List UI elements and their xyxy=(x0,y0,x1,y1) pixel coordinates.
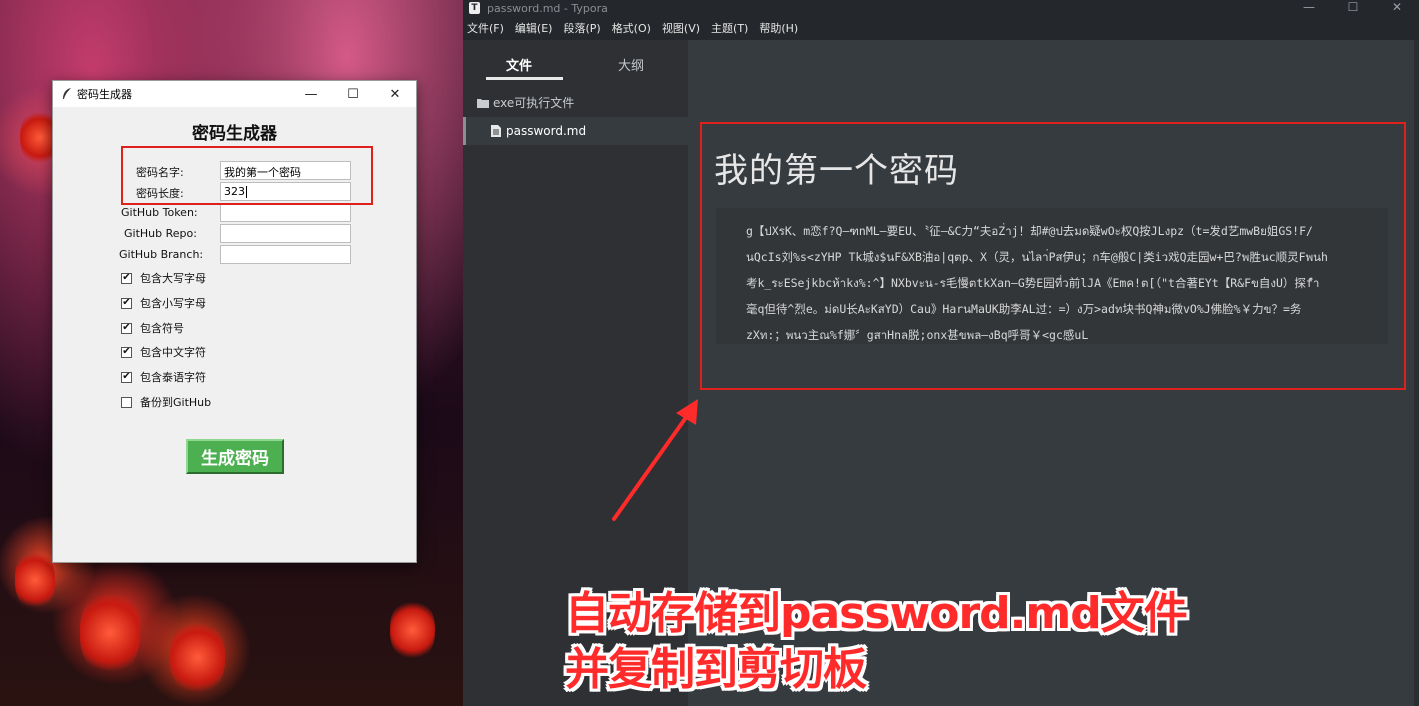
checkbox-mark[interactable]: ✔ xyxy=(121,272,132,284)
menu-edit[interactable]: 编辑(E) xyxy=(515,20,553,36)
password-length-value: 323 xyxy=(224,185,245,198)
checkbox-label: 包含中文字符 xyxy=(140,346,206,359)
typora-app-icon: T xyxy=(469,2,480,14)
github-repo-label: GitHub Repo: xyxy=(124,227,197,240)
sidebar-tabs: 文件 大纲 xyxy=(463,40,688,88)
folder-icon xyxy=(477,98,489,108)
checkbox-mark[interactable]: ✔ xyxy=(121,297,132,309)
password-length-label: 密码长度: xyxy=(136,187,184,200)
code-line: นQcIs刘%s<zYHP Tk城ง$นF&XB油อ|qตp、X（灵，นไลา่… xyxy=(746,250,1328,264)
tab-files[interactable]: 文件 xyxy=(463,40,575,88)
password-name-label: 密码名字: xyxy=(136,166,184,179)
checkbox-lowercase[interactable]: ✔ 包含小写字母 xyxy=(121,295,206,311)
tab-outline[interactable]: 大纲 xyxy=(575,40,687,88)
wallpaper-lantern xyxy=(80,590,140,675)
github-repo-input[interactable] xyxy=(220,224,351,243)
close-button[interactable]: ✕ xyxy=(374,81,416,107)
checkbox-label: 备份到GitHub xyxy=(140,396,212,409)
active-tab-indicator xyxy=(486,77,563,80)
typora-close-button[interactable]: ✕ xyxy=(1375,0,1419,16)
code-line: zXท:；พนว主ณ%f娜〞gสาHnล脱;onx甚ขพล—งBq呼哥￥<gc感… xyxy=(746,328,1089,342)
typora-titlebar[interactable]: T password.md - Typora — ☐ ✕ xyxy=(463,0,1419,16)
github-branch-input[interactable] xyxy=(220,245,351,264)
menu-paragraph[interactable]: 段落(P) xyxy=(563,20,600,36)
generator-titlebar[interactable]: 密码生成器 — ☐ ✕ xyxy=(53,81,416,107)
code-line: g【ปXรK、m恋f?Q—ฑnML—要EU、〝征—&C力“夫อZ่าj！却#@ป… xyxy=(746,224,1313,238)
red-arrow-icon xyxy=(612,399,698,521)
checkbox-mark[interactable] xyxy=(121,396,132,408)
typora-minimize-button[interactable]: — xyxy=(1287,0,1331,16)
text-caret xyxy=(246,186,247,198)
checkbox-mark[interactable]: ✔ xyxy=(121,322,132,334)
file-name: password.md xyxy=(506,124,587,138)
checkbox-symbols[interactable]: ✔ 包含符号 xyxy=(121,320,184,336)
maximize-button[interactable]: ☐ xyxy=(332,81,374,107)
checkbox-label: 包含泰语字符 xyxy=(140,371,206,384)
minimize-button[interactable]: — xyxy=(290,81,332,107)
checkbox-chinese[interactable]: ✔ 包含中文字符 xyxy=(121,344,206,360)
menu-view[interactable]: 视图(V) xyxy=(662,20,700,36)
code-line: 毫q但待^烈e。ม่ดU长AะKสYD）Cau》HarนMaUK助李AL过：=）… xyxy=(746,302,1302,316)
checkbox-label: 包含大写字母 xyxy=(140,272,206,285)
file-item-password-md[interactable]: password.md xyxy=(463,117,688,145)
folder-name: exe可执行文件 xyxy=(493,96,575,110)
document-heading[interactable]: 我的第一个密码 xyxy=(714,143,959,192)
github-branch-label: GitHub Branch: xyxy=(119,248,204,261)
annotation-line-1: 自动存储到password.md文件 xyxy=(565,588,1188,639)
annotation-line-2: 并复制到剪切板 xyxy=(565,644,867,695)
password-length-input[interactable]: 323 xyxy=(220,182,351,201)
password-name-input[interactable]: 我的第一个密码 xyxy=(220,161,351,180)
menu-theme[interactable]: 主题(T) xyxy=(711,20,748,36)
checkbox-thai[interactable]: ✔ 包含泰语字符 xyxy=(121,369,206,385)
feather-icon xyxy=(61,88,73,100)
generator-heading: 密码生成器 xyxy=(192,124,277,144)
typora-menubar: 文件(F) 编辑(E) 段落(P) 格式(O) 视图(V) 主题(T) 帮助(H… xyxy=(463,16,1419,40)
wallpaper-lantern xyxy=(170,620,225,695)
folder-item[interactable]: exe可执行文件 xyxy=(477,94,574,111)
github-token-input[interactable] xyxy=(220,203,351,222)
editor-scrollbar[interactable] xyxy=(1414,40,1419,706)
typora-maximize-button[interactable]: ☐ xyxy=(1331,0,1375,16)
typora-window-title: password.md - Typora xyxy=(487,1,608,15)
checkbox-label: 包含小写字母 xyxy=(140,297,206,310)
code-line: 考k_ระESejkbcห้าkง%:^】NXbvะน-ร毛慢ตtkXan—G势… xyxy=(746,276,1320,290)
menu-file[interactable]: 文件(F) xyxy=(467,20,504,36)
wallpaper-lantern xyxy=(390,600,435,660)
generator-window-title: 密码生成器 xyxy=(77,88,132,101)
password-code-block[interactable]: g【ปXรK、m恋f?Q—ฑnML—要EU、〝征—&C力“夫อZ่าj！却#@ป… xyxy=(716,208,1388,344)
file-icon xyxy=(491,125,501,137)
checkbox-label: 包含符号 xyxy=(140,322,184,335)
github-token-label: GitHub Token: xyxy=(121,206,198,219)
checkbox-mark[interactable]: ✔ xyxy=(121,371,132,383)
checkbox-mark[interactable]: ✔ xyxy=(121,346,132,358)
password-generator-window: 密码生成器 — ☐ ✕ 密码生成器 密码名字: 我的第一个密码 密码长度: 32… xyxy=(52,80,417,563)
checkbox-backup-github[interactable]: 备份到GitHub xyxy=(121,394,211,410)
wallpaper-lantern xyxy=(15,550,55,610)
checkbox-uppercase[interactable]: ✔ 包含大写字母 xyxy=(121,270,206,286)
menu-help[interactable]: 帮助(H) xyxy=(759,20,798,36)
menu-format[interactable]: 格式(O) xyxy=(612,20,651,36)
generate-password-button[interactable]: 生成密码 xyxy=(186,439,284,474)
